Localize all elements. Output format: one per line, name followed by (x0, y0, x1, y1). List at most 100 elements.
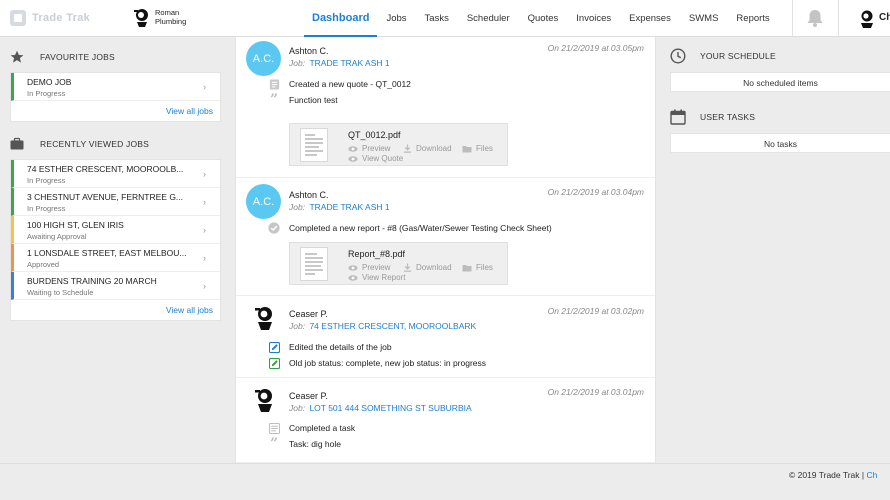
brand[interactable]: Trade Trak (10, 10, 90, 26)
job-name: DEMO JOB (27, 77, 72, 87)
avatar[interactable] (252, 386, 278, 412)
avatar[interactable]: A.C. (246, 184, 281, 219)
nav-dashboard[interactable]: Dashboard (304, 0, 378, 37)
footer-link[interactable]: Ch (866, 470, 877, 480)
schedule-title: YOUR SCHEDULE (700, 51, 776, 61)
trade-trak-logo-icon (10, 10, 26, 26)
activity-feed: A.C. Ashton C. Job: TRADE TRAK ASH 1 On … (235, 37, 656, 463)
avatar[interactable] (252, 304, 278, 330)
feed-user-name: Ashton C. (289, 46, 329, 56)
feed-line-text: Created a new quote - QT_0012 (289, 79, 411, 89)
nav-expenses[interactable]: Expenses (620, 0, 680, 37)
job-list-item[interactable]: DEMO JOB In Progress › (11, 73, 220, 101)
feed-job-link[interactable]: 74 ESTHER CRESCENT, MOOROOLBARK (309, 321, 476, 331)
check-circle-icon (268, 222, 280, 234)
feed-user-name: Ashton C. (289, 190, 329, 200)
favourite-jobs-header: FAVOURITE JOBS (10, 48, 221, 66)
feed-job-line: Job: TRADE TRAK ASH 1 (289, 202, 390, 212)
download-button[interactable]: Download (403, 263, 452, 272)
download-label: Download (416, 144, 452, 153)
main-nav: Dashboard Jobs Tasks Scheduler Quotes In… (304, 0, 779, 37)
feed-line-text: Task: dig hole (289, 439, 341, 449)
nav-swms[interactable]: SWMS (680, 0, 728, 37)
job-status: Awaiting Approval (27, 232, 87, 241)
download-icon (403, 144, 412, 153)
right-panel: YOUR SCHEDULE No scheduled items USER TA… (670, 47, 890, 153)
job-list-item[interactable]: BURDENS TRAINING 20 MARCH Waiting to Sch… (11, 272, 220, 300)
feed-entry: Ceaser P. Job: 74 ESTHER CRESCENT, MOORO… (236, 296, 655, 378)
preview-button[interactable]: Preview (348, 144, 390, 153)
job-list-item[interactable]: 3 CHESTNUT AVENUE, FERNTREE G... In Prog… (11, 188, 220, 216)
job-label: Job: (289, 58, 306, 68)
job-list-item[interactable]: 74 ESTHER CRESCENT, MOOROOLB... In Progr… (11, 160, 220, 188)
feed-entry: Ceaser P. Job: LOT 501 444 SOMETHING ST … (236, 378, 655, 463)
download-button[interactable]: Download (403, 144, 452, 153)
job-label: Job: (289, 202, 306, 212)
job-status: Approved (27, 260, 60, 269)
nav-divider (838, 0, 839, 37)
preview-button[interactable]: Preview (348, 263, 390, 272)
attachment-name[interactable]: QT_0012.pdf (348, 130, 401, 140)
feed-line: Completed a new report - #8 (Gas/Water/S… (268, 222, 552, 234)
bell-icon[interactable] (805, 8, 825, 28)
feed-timestamp: On 21/2/2019 at 03.04pm (547, 187, 644, 197)
job-list-item[interactable]: 1 LONSDALE STREET, EAST MELBOU... Approv… (11, 244, 220, 272)
feed-line: ” Function test (268, 92, 338, 108)
view-quote-button[interactable]: View Quote (348, 154, 403, 163)
nav-scheduler[interactable]: Scheduler (458, 0, 519, 37)
recent-jobs-header: RECENTLY VIEWED JOBS (10, 135, 221, 153)
nav-reports[interactable]: Reports (727, 0, 778, 37)
download-icon (403, 263, 412, 272)
pdf-thumbnail[interactable] (300, 128, 328, 162)
eye-icon (348, 274, 358, 281)
feed-timestamp: On 21/2/2019 at 03.05pm (547, 43, 644, 53)
nav-invoices[interactable]: Invoices (567, 0, 620, 37)
nav-quotes[interactable]: Quotes (519, 0, 568, 37)
chevron-right-icon: › (203, 225, 206, 235)
clock-icon (670, 48, 686, 64)
tasks-empty: No tasks (670, 133, 890, 153)
feed-job-link[interactable]: TRADE TRAK ASH 1 (309, 202, 389, 212)
user-tasks-header: USER TASKS (670, 108, 890, 126)
edit-green-icon (268, 357, 280, 369)
recent-jobs-title: RECENTLY VIEWED JOBS (40, 139, 150, 149)
avatar[interactable]: A.C. (246, 41, 281, 76)
folder-icon (462, 145, 472, 152)
feed-line-text: Edited the details of the job (289, 342, 392, 352)
view-all-jobs-link[interactable]: View all jobs (11, 101, 220, 121)
preview-label: Preview (362, 144, 391, 153)
nav-jobs[interactable]: Jobs (377, 0, 415, 37)
files-button[interactable]: Files (462, 263, 493, 272)
eye-icon (348, 145, 358, 152)
quote-mark-icon: ” (269, 92, 279, 108)
chevron-right-icon: › (203, 169, 206, 179)
job-name: 74 ESTHER CRESCENT, MOOROOLB... (27, 164, 184, 174)
attachment-card: Report_#8.pdf Preview Download Files Vie… (289, 242, 508, 285)
feed-line-text: Function test (289, 95, 338, 105)
feed-job-link[interactable]: TRADE TRAK ASH 1 (309, 58, 389, 68)
feed-entry: A.C. Ashton C. Job: TRADE TRAK ASH 1 On … (236, 37, 655, 178)
job-status: Waiting to Schedule (27, 288, 94, 297)
chevron-right-icon: › (203, 281, 206, 291)
left-panel: FAVOURITE JOBS DEMO JOB In Progress › Vi… (10, 48, 221, 321)
task-list-icon (268, 422, 280, 434)
chevron-right-icon: › (203, 82, 206, 92)
attachment-name[interactable]: Report_#8.pdf (348, 249, 405, 259)
feed-timestamp: On 21/2/2019 at 03.02pm (547, 306, 644, 316)
edit-blue-icon (268, 341, 280, 353)
job-list-item[interactable]: 100 HIGH ST, GLEN IRIS Awaiting Approval… (11, 216, 220, 244)
view-report-button[interactable]: View Report (348, 273, 405, 282)
job-label: Job: (289, 403, 306, 413)
footer-copyright: © 2019 Trade Trak | (789, 470, 865, 480)
pdf-thumbnail[interactable] (300, 247, 328, 281)
files-button[interactable]: Files (462, 144, 493, 153)
feed-job-link[interactable]: LOT 501 444 SOMETHING ST SUBURBIA (309, 403, 471, 413)
view-all-jobs-link[interactable]: View all jobs (11, 300, 220, 320)
user-name[interactable]: Ch (879, 12, 890, 23)
company-name: Roman Plumbing (155, 8, 187, 26)
files-label: Files (476, 263, 493, 272)
nav-tasks[interactable]: Tasks (416, 0, 458, 37)
brand-name: Trade Trak (32, 12, 91, 24)
user-avatar-icon[interactable] (857, 8, 877, 28)
feed-user-name: Ceaser P. (289, 391, 328, 401)
